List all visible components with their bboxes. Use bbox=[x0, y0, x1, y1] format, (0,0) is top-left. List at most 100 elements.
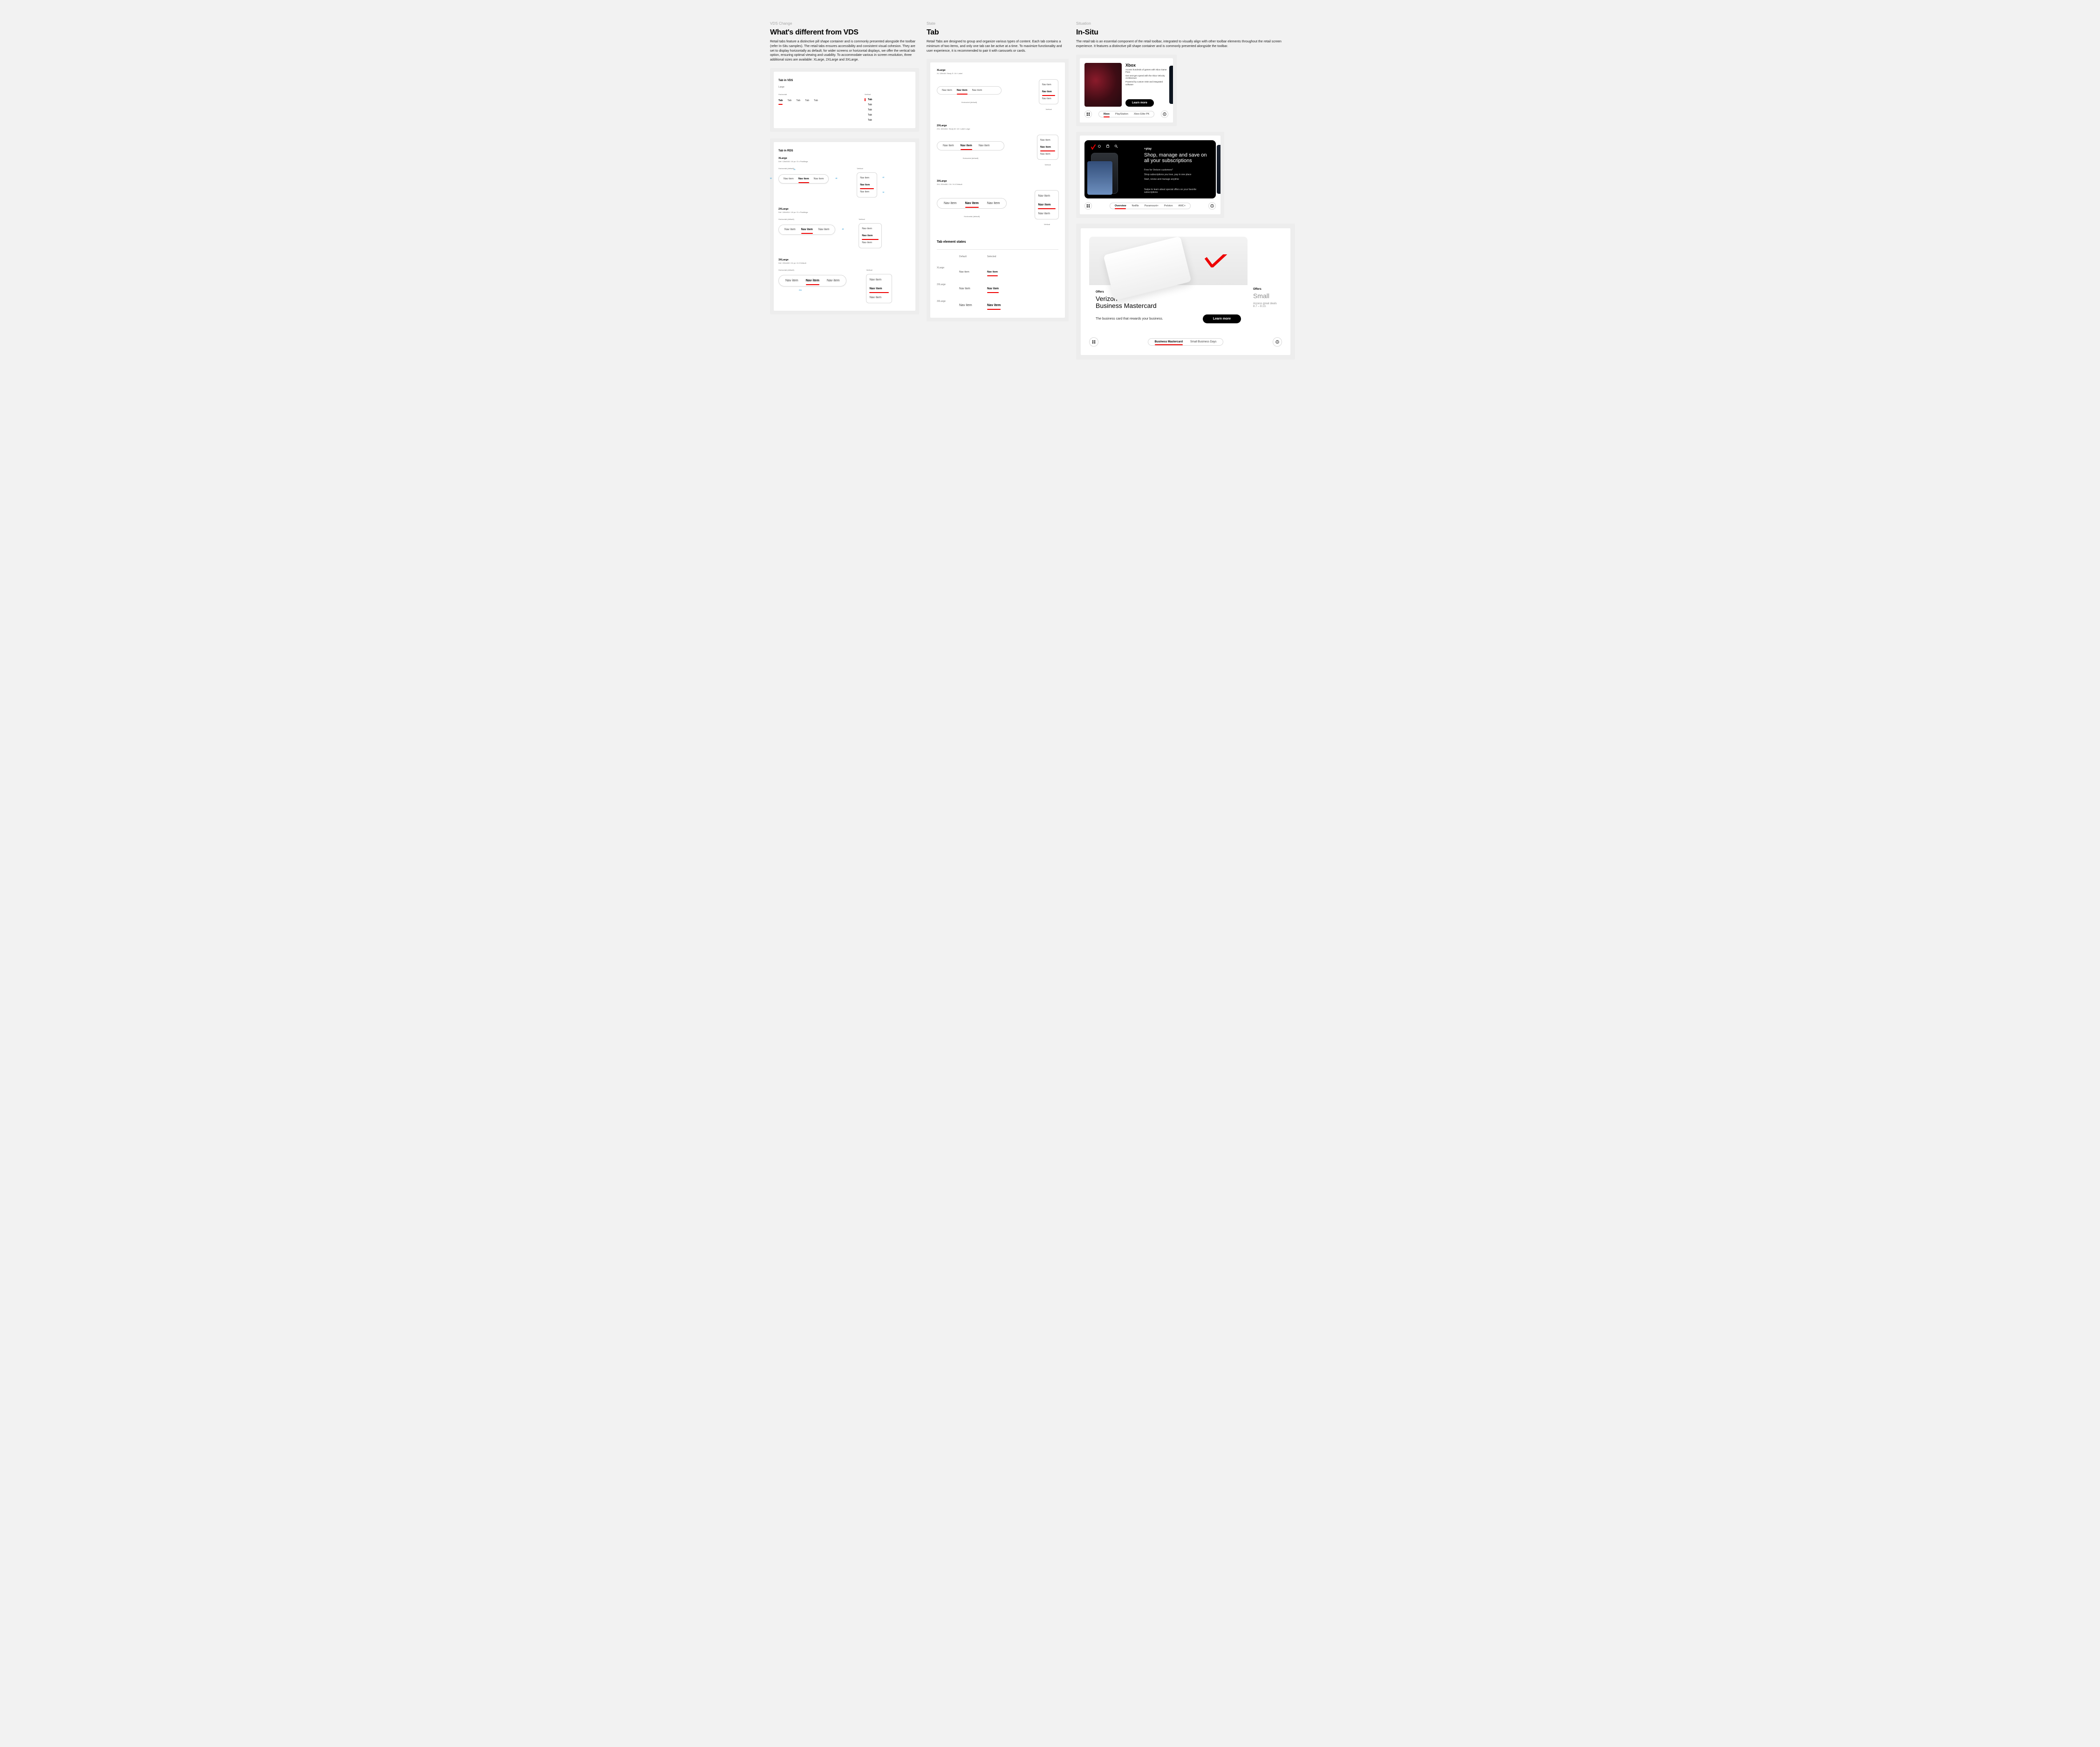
rds-vtab[interactable]: Nav item bbox=[869, 295, 889, 300]
rds-tab[interactable]: Nav item bbox=[784, 227, 796, 232]
state-vtab[interactable]: Nav item bbox=[1038, 193, 1056, 198]
state-tab[interactable]: Nav item bbox=[943, 143, 954, 148]
rds-tab[interactable]: Nav item bbox=[818, 227, 830, 232]
tab-netflix[interactable]: Netflix bbox=[1132, 205, 1139, 207]
state-tab[interactable]: Nav item bbox=[944, 201, 957, 206]
dim-gap: 48 bbox=[842, 228, 844, 230]
tab-peloton[interactable]: Peloton bbox=[1164, 205, 1173, 207]
label-vertical: Vertical bbox=[859, 218, 882, 220]
offers-tabs: Business Mastercard Small Business Days bbox=[1148, 338, 1224, 346]
rds-vtab[interactable]: Nav item bbox=[869, 286, 889, 291]
vds-tab[interactable]: Tab bbox=[796, 98, 800, 103]
tab-xbox-elite[interactable]: Xbox Elite PK bbox=[1134, 113, 1150, 116]
rds-tab[interactable]: Nav item bbox=[814, 177, 824, 181]
verizon-check-icon bbox=[1205, 254, 1227, 267]
circle-icon bbox=[1098, 144, 1101, 148]
xbox-line: Powered by custom SSD and integrated sof… bbox=[1125, 81, 1168, 86]
state-tab[interactable]: Nav item bbox=[961, 143, 972, 148]
state-tab[interactable]: Nav item bbox=[942, 88, 952, 93]
states-default[interactable]: Nav item bbox=[959, 303, 972, 308]
rds-tab[interactable]: Nav item bbox=[801, 227, 813, 232]
rds-vtab[interactable]: Nav item bbox=[862, 240, 879, 245]
vds-vtab[interactable]: Tab bbox=[865, 98, 872, 101]
vds-vtab[interactable]: Tab bbox=[865, 114, 872, 116]
learn-more-button[interactable]: Learn more bbox=[1203, 314, 1241, 323]
vds-vtab[interactable]: Tab bbox=[865, 109, 872, 111]
states-selected[interactable]: Nav item bbox=[987, 270, 998, 274]
state-vtab[interactable]: Nav item bbox=[1040, 145, 1055, 150]
state-tab[interactable]: Nav item bbox=[987, 201, 1000, 206]
grid-icon[interactable] bbox=[1089, 337, 1098, 347]
rds-xl-horizontal: Horizontal (default) Nav item Nav item N… bbox=[778, 166, 829, 198]
state-size-name: XLarge bbox=[937, 69, 1058, 72]
insitu-panel-offers: Offers Verizon Business Mastercard The b… bbox=[1076, 224, 1295, 360]
panel-state: XLarge XL 128x48 / Body S: 16 / Label Na… bbox=[927, 59, 1069, 321]
state-tab[interactable]: Nav item bbox=[979, 143, 990, 148]
tab-playstation[interactable]: PlayStation bbox=[1115, 113, 1128, 116]
tab-amc[interactable]: AMC+ bbox=[1179, 205, 1186, 207]
state-tab[interactable]: Nav item bbox=[972, 88, 982, 93]
state-vtab[interactable]: Nav item bbox=[1040, 138, 1055, 143]
vds-vtab[interactable]: Tab bbox=[865, 103, 872, 106]
xbox-tabs: Xbox PlayStation Nintendo Xbox Elite PK bbox=[1098, 111, 1155, 117]
tab-paramount[interactable]: Paramount+ bbox=[1145, 205, 1159, 207]
rds-3xl-horizontal: Horizontal (default) Nav item Nav item N… bbox=[778, 268, 846, 303]
grid-icon[interactable] bbox=[1084, 110, 1092, 118]
rds-vtab[interactable]: Nav item bbox=[869, 277, 889, 282]
state-vtab[interactable]: Nav item bbox=[1042, 96, 1055, 101]
state-vlabel: Vertical bbox=[1044, 164, 1050, 166]
peek-next-card bbox=[1217, 145, 1220, 194]
rds-vtab[interactable]: Nav item bbox=[860, 190, 874, 194]
states-default[interactable]: Nav item bbox=[959, 270, 969, 274]
offers-image bbox=[1089, 237, 1248, 285]
states-table: Default Selected XLarge Nav item Nav ite… bbox=[937, 255, 1058, 308]
state-vtab[interactable]: Nav item bbox=[1042, 89, 1055, 94]
rds-tab[interactable]: Nav item bbox=[785, 278, 798, 283]
vds-tab[interactable]: Tab bbox=[814, 98, 818, 103]
states-default[interactable]: Nav item bbox=[959, 287, 970, 291]
state-tab[interactable]: Nav item bbox=[957, 88, 968, 93]
insitu-panel-xbox: Xbox Access hundreds of games with Xbox … bbox=[1076, 55, 1177, 126]
info-icon[interactable] bbox=[1161, 110, 1168, 118]
rds-xl-vertical: Vertical Nav item Nav item Nav item 40 3… bbox=[857, 166, 877, 198]
learn-more-button[interactable]: Learn more bbox=[1125, 99, 1154, 107]
tab-small-business-days[interactable]: Small Business Days bbox=[1190, 341, 1216, 343]
offers-body: The business card that rewards your busi… bbox=[1096, 317, 1163, 321]
label-horizontal: Horizontal bbox=[778, 93, 818, 96]
state-vtab[interactable]: Nav item bbox=[1040, 152, 1055, 157]
rds-vtab[interactable]: Nav item bbox=[862, 226, 879, 231]
rds-vtab[interactable]: Nav item bbox=[860, 183, 874, 187]
states-selected[interactable]: Nav item bbox=[987, 303, 1001, 308]
search-icon bbox=[1114, 144, 1118, 148]
vds-vtab[interactable]: Tab bbox=[865, 119, 872, 122]
vds-tab[interactable]: Tab bbox=[787, 98, 791, 103]
states-selected[interactable]: Nav item bbox=[987, 287, 999, 291]
state-tab[interactable]: Nav item bbox=[965, 201, 979, 206]
dim-vgap: 32 bbox=[882, 191, 884, 193]
rds-tab[interactable]: Nav item bbox=[827, 278, 840, 283]
tab-business-mastercard[interactable]: Business Mastercard bbox=[1155, 341, 1183, 343]
dim-h: 52 bbox=[770, 177, 772, 179]
offers-title2: Business Mastercard bbox=[1096, 302, 1241, 309]
info-icon[interactable] bbox=[1273, 337, 1282, 347]
rds-tab[interactable]: Nav item bbox=[784, 177, 794, 181]
state-vtab[interactable]: Nav item bbox=[1038, 202, 1056, 207]
rds-tab[interactable]: Nav item bbox=[806, 278, 819, 283]
state-vtab[interactable]: Nav item bbox=[1038, 211, 1056, 216]
state-vtab[interactable]: Nav item bbox=[1042, 82, 1055, 87]
states-row-size: 3XLarge bbox=[937, 300, 959, 308]
state-size-spec: 3XL 200x080 / 24 / H.6 Default bbox=[937, 183, 1058, 185]
vds-tab[interactable]: Tab bbox=[778, 98, 783, 103]
rds-vtab[interactable]: Nav item bbox=[860, 176, 874, 180]
state-hlabel: Horizontal (default) bbox=[937, 157, 1004, 159]
tab-xbox[interactable]: Xbox bbox=[1104, 113, 1110, 116]
grid-icon[interactable] bbox=[1084, 202, 1092, 210]
tab-overview[interactable]: Overview bbox=[1115, 205, 1126, 207]
col-default: Default bbox=[959, 255, 987, 258]
vds-tab[interactable]: Tab bbox=[805, 98, 809, 103]
rds-vtab[interactable]: Nav item bbox=[862, 233, 879, 238]
info-icon[interactable] bbox=[1208, 202, 1216, 210]
rds-tab[interactable]: Nav item bbox=[798, 177, 809, 181]
state-size-spec: 2XL 160x064 / Body M: 18 / Label Large bbox=[937, 128, 1058, 130]
vds-vertical-group: Vertical Tab Tab Tab Tab Tab bbox=[865, 92, 872, 122]
